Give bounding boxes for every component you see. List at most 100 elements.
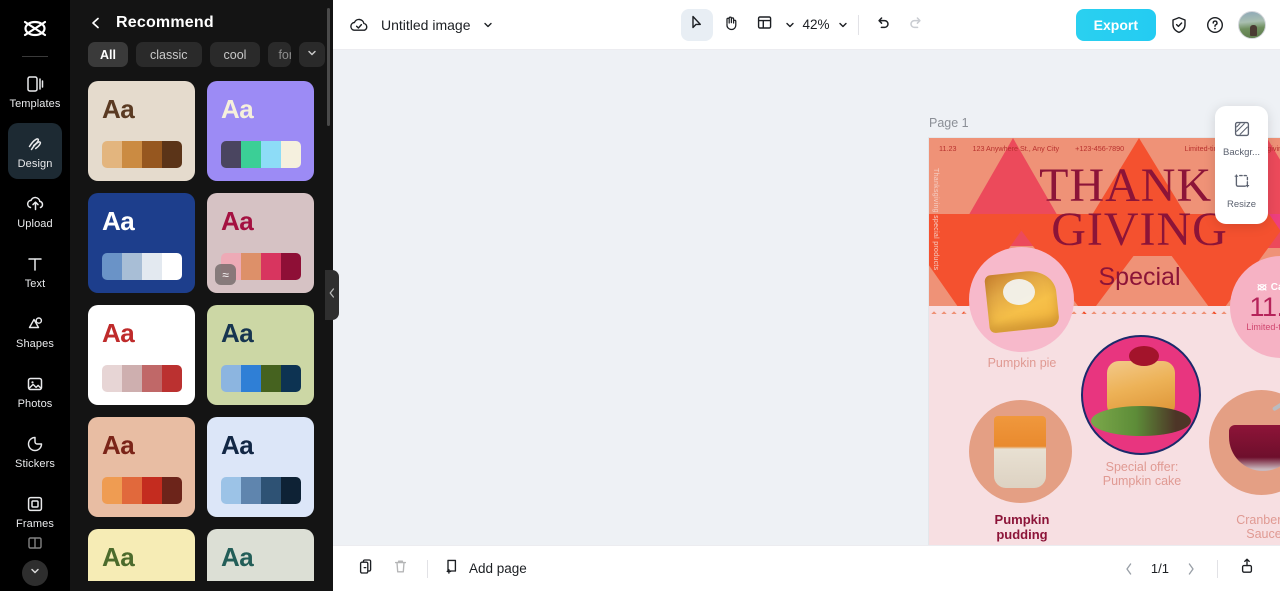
- hand-tool-button[interactable]: [714, 9, 746, 41]
- palette-swatch: [281, 477, 301, 504]
- sidebar-item-shapes[interactable]: Shapes: [8, 303, 62, 359]
- panel-back-button[interactable]: [88, 15, 104, 31]
- sidebar-item-design[interactable]: Design: [8, 123, 62, 179]
- resize-icon: [1233, 172, 1251, 195]
- redo-button[interactable]: [901, 9, 933, 41]
- add-page-label: Add page: [469, 561, 527, 576]
- layout-grid-icon: [756, 14, 773, 36]
- cursor-arrow-icon: [688, 14, 705, 36]
- layout-chevron-down-icon[interactable]: [782, 18, 796, 32]
- capcut-badge-caption: Limited-time offer: [1246, 322, 1280, 332]
- next-page-button[interactable]: [1183, 561, 1199, 577]
- template-card[interactable]: Aa ≈: [207, 193, 314, 293]
- template-card-sample: Aa: [102, 542, 135, 572]
- delete-page-button[interactable]: [389, 558, 411, 580]
- sidebar-item-templates[interactable]: Templates: [8, 63, 62, 119]
- canvas-workspace: Page 1 11.23 123 Anywhere St., Any City …: [333, 50, 1280, 545]
- zoom-chevron-down-icon[interactable]: [836, 18, 850, 32]
- zoom-level[interactable]: 42%: [798, 17, 833, 32]
- sidebar-item-text[interactable]: Text: [8, 243, 62, 299]
- export-button[interactable]: Export: [1075, 8, 1156, 41]
- palette-swatch: [281, 365, 301, 392]
- chips-expand-button[interactable]: [299, 42, 325, 67]
- template-card[interactable]: Aa: [207, 529, 314, 581]
- sidebar-item-frames[interactable]: Frames: [8, 483, 62, 539]
- resize-button[interactable]: Resize: [1219, 167, 1265, 215]
- undo-button[interactable]: [867, 9, 899, 41]
- floating-tools-panel: Backgr... Resize: [1215, 106, 1268, 224]
- palette-swatch: [281, 253, 301, 280]
- tool-group: 42%: [680, 8, 933, 41]
- palette-swatch: [221, 141, 241, 168]
- panel-scrollbar[interactable]: [327, 8, 330, 126]
- page-label: Page 1: [929, 115, 969, 130]
- capcut-logo-icon[interactable]: [15, 14, 55, 48]
- sidebar-item-photos[interactable]: Photos: [8, 363, 62, 419]
- document-title-chevron-down-icon[interactable]: [481, 18, 495, 32]
- template-card-palette: [102, 365, 182, 392]
- template-card[interactable]: Aa: [88, 529, 195, 581]
- bottombar-divider: [427, 559, 428, 578]
- palette-swatch: [102, 477, 122, 504]
- template-card-sample: Aa: [102, 206, 135, 236]
- stickers-icon: [24, 433, 46, 455]
- food-label-cranberry-sauce: Cranberry Sauce: [1236, 513, 1280, 541]
- filter-chips: All classic cool formal: [70, 42, 333, 67]
- template-card-palette: [221, 365, 301, 392]
- select-tool-button[interactable]: [680, 8, 713, 41]
- poster-date: 11.23: [939, 144, 957, 153]
- sidebar-more-button[interactable]: [22, 560, 48, 586]
- template-card[interactable]: Aa: [207, 81, 314, 181]
- sidebar-item-label: Text: [24, 277, 46, 290]
- template-card[interactable]: Aa: [88, 81, 195, 181]
- palette-swatch: [241, 253, 261, 280]
- template-card-palette: [221, 477, 301, 504]
- add-page-button[interactable]: Add page: [444, 557, 527, 580]
- template-card[interactable]: Aa: [88, 417, 195, 517]
- sidebar-item-upload[interactable]: Upload: [8, 183, 62, 239]
- panel-header: Recommend: [70, 0, 333, 42]
- left-sidebar: Templates Design Upload Text Shapes Phot…: [0, 0, 70, 591]
- palette-swatch: [162, 253, 182, 280]
- poster-phone: +123-456-7890: [1075, 144, 1125, 153]
- prev-page-button[interactable]: [1121, 561, 1137, 577]
- palette-swatch: [142, 141, 162, 168]
- palette-swatch: [261, 477, 281, 504]
- chip-classic[interactable]: classic: [135, 42, 202, 67]
- sidebar-item-label: Shapes: [16, 337, 54, 350]
- cloud-saved-icon[interactable]: [347, 13, 371, 37]
- template-card-sample: Aa: [221, 430, 254, 460]
- template-card[interactable]: Aa: [207, 417, 314, 517]
- duplicate-page-button[interactable]: [355, 558, 377, 580]
- background-label: Backgr...: [1223, 147, 1260, 158]
- palette-swatch: [261, 141, 281, 168]
- export-page-button[interactable]: [1236, 558, 1258, 580]
- template-card[interactable]: Aa: [88, 305, 195, 405]
- help-circle-icon[interactable]: [1202, 12, 1228, 38]
- user-avatar[interactable]: [1238, 10, 1266, 39]
- undo-icon: [874, 14, 891, 36]
- background-icon: [1233, 120, 1251, 143]
- sidebar-item-stickers[interactable]: Stickers: [8, 423, 62, 479]
- palette-swatch: [122, 253, 142, 280]
- palette-swatch: [102, 141, 122, 168]
- palette-swatch: [162, 477, 182, 504]
- layout-tool-button[interactable]: [748, 9, 780, 41]
- template-card-palette: [102, 253, 182, 280]
- chip-all[interactable]: All: [88, 42, 128, 67]
- sidebar-items: Templates Design Upload Text Shapes Phot…: [0, 63, 70, 586]
- app-root: Templates Design Upload Text Shapes Phot…: [0, 0, 1280, 591]
- document-title[interactable]: Untitled image: [381, 17, 471, 33]
- palette-swatch: [142, 253, 162, 280]
- chip-formal[interactable]: formal: [268, 42, 291, 67]
- panel-collapse-handle[interactable]: [325, 270, 339, 320]
- palette-swatch: [142, 365, 162, 392]
- template-card[interactable]: Aa: [207, 305, 314, 405]
- wave-icon[interactable]: ≈: [215, 264, 236, 285]
- photos-icon: [24, 373, 46, 395]
- shield-check-icon[interactable]: [1166, 12, 1192, 38]
- chip-cool[interactable]: cool: [209, 42, 261, 67]
- template-card[interactable]: Aa: [88, 193, 195, 293]
- sidebar-item-label: Templates: [9, 97, 61, 110]
- background-button[interactable]: Backgr...: [1219, 115, 1265, 163]
